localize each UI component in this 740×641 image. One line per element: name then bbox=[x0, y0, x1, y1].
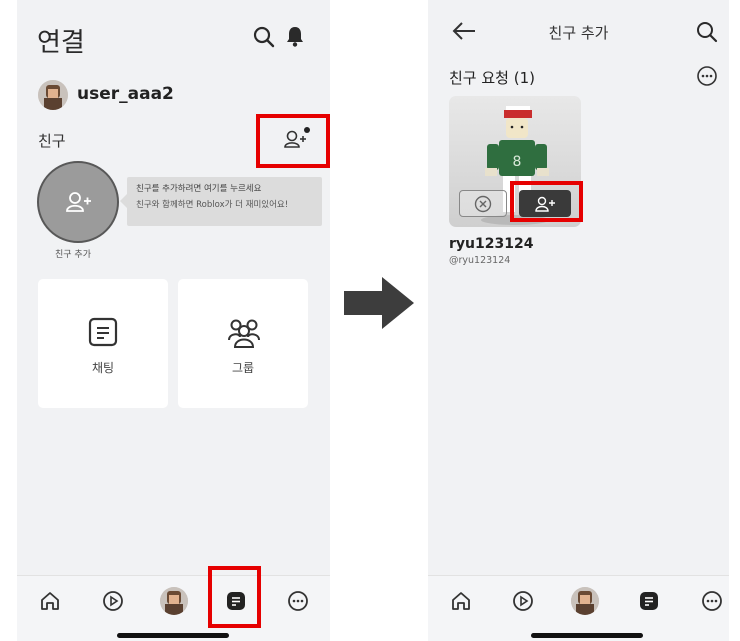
groups-card[interactable]: 그룹 bbox=[178, 279, 308, 408]
highlight-box-accept bbox=[510, 181, 583, 222]
home-icon[interactable] bbox=[35, 586, 65, 616]
more-icon[interactable] bbox=[697, 586, 727, 616]
tooltip-line-2: 친구와 함께하면 Roblox가 더 재미있어요! bbox=[136, 200, 289, 210]
username: user_aaa2 bbox=[77, 84, 174, 104]
chat-card[interactable]: 채팅 bbox=[38, 279, 168, 408]
add-friend-circle-button[interactable] bbox=[37, 161, 119, 243]
left-screen: 연결 user_aaa2 친구 친구를 추가하려면 여기를 누르세요 친구와 함… bbox=[17, 0, 330, 641]
avatar[interactable] bbox=[570, 586, 600, 616]
home-indicator bbox=[531, 633, 643, 638]
add-friend-icon bbox=[66, 192, 91, 212]
svg-text:8: 8 bbox=[513, 154, 522, 170]
more-icon[interactable] bbox=[283, 586, 313, 616]
right-arrow-graphic bbox=[344, 277, 416, 333]
friends-section-label: 친구 bbox=[38, 132, 66, 150]
avatar[interactable] bbox=[159, 586, 189, 616]
home-icon[interactable] bbox=[446, 586, 476, 616]
search-icon[interactable] bbox=[253, 26, 275, 48]
bottom-nav bbox=[428, 575, 729, 641]
right-screen: 친구 추가 친구 요청 (1) 8 ryu123124 @ryu123124 bbox=[428, 0, 729, 641]
groups-card-label: 그룹 bbox=[231, 361, 255, 375]
chat-icon bbox=[86, 315, 120, 353]
page-title: 연결 bbox=[37, 28, 85, 58]
more-options-icon[interactable] bbox=[696, 65, 718, 87]
request-handle: @ryu123124 bbox=[449, 255, 511, 266]
tooltip-line-1: 친구를 추가하려면 여기를 누르세요 bbox=[136, 184, 262, 194]
highlight-box-add-friend bbox=[256, 114, 330, 168]
page-title: 친구 추가 bbox=[548, 24, 609, 42]
groups-icon bbox=[226, 315, 262, 353]
highlight-box-chat-nav bbox=[208, 566, 261, 628]
play-icon[interactable] bbox=[508, 586, 538, 616]
home-indicator bbox=[117, 633, 229, 638]
bell-icon[interactable] bbox=[285, 25, 305, 47]
play-icon[interactable] bbox=[98, 586, 128, 616]
chat-card-label: 채팅 bbox=[91, 361, 115, 375]
avatar[interactable] bbox=[38, 80, 68, 110]
add-friend-tooltip: 친구를 추가하려면 여기를 누르세요 친구와 함께하면 Roblox가 더 재미… bbox=[120, 177, 322, 226]
request-username: ryu123124 bbox=[449, 236, 534, 252]
search-icon[interactable] bbox=[696, 21, 718, 43]
bottom-nav bbox=[17, 575, 330, 641]
friend-requests-header: 친구 요청 (1) bbox=[449, 69, 535, 87]
decline-button[interactable] bbox=[459, 190, 507, 217]
close-icon bbox=[474, 195, 492, 212]
add-friend-caption: 친구 추가 bbox=[55, 250, 91, 260]
chat-icon[interactable] bbox=[634, 586, 664, 616]
